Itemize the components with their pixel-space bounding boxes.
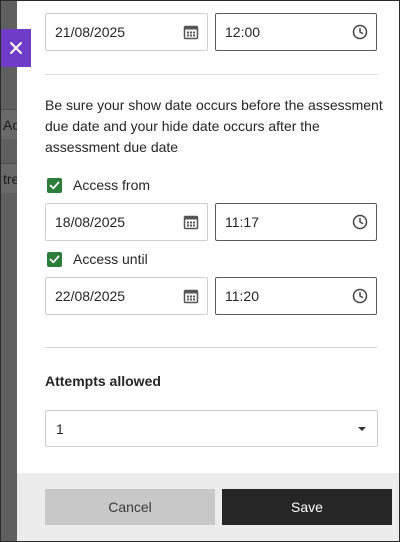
background-row: tre xyxy=(1,163,17,193)
caret-down-icon xyxy=(357,426,367,432)
divider xyxy=(45,74,378,75)
access-until-checkbox-row[interactable]: Access until xyxy=(47,251,148,267)
clock-icon[interactable] xyxy=(352,288,368,304)
app-frame: Ac tre 21/08/2025 xyxy=(0,0,400,542)
access-from-checkbox-row[interactable]: Access from xyxy=(47,177,150,193)
attempts-allowed-select[interactable]: 1 xyxy=(45,410,378,447)
background-page: Ac tre xyxy=(1,1,17,541)
show-time-input[interactable]: 12:00 xyxy=(215,13,377,51)
access-until-time-input[interactable]: 11:20 xyxy=(215,277,377,315)
show-date-row: 21/08/2025 12:00 xyxy=(45,13,378,51)
attempts-allowed-label: Attempts allowed xyxy=(45,373,161,389)
clock-icon[interactable] xyxy=(352,24,368,40)
background-row: Ac xyxy=(1,109,17,139)
close-panel-button[interactable] xyxy=(1,29,31,67)
checkmark-icon xyxy=(49,254,60,265)
background-row-text: tre xyxy=(3,171,17,187)
show-date-value: 21/08/2025 xyxy=(55,24,126,40)
show-time-value: 12:00 xyxy=(225,24,261,40)
access-from-date-value: 18/08/2025 xyxy=(55,214,126,230)
date-guidance-note: Be sure your show date occurs before the… xyxy=(45,97,383,155)
attempts-allowed-value: 1 xyxy=(56,420,64,437)
clock-icon[interactable] xyxy=(352,214,368,230)
access-until-date-value: 22/08/2025 xyxy=(55,288,126,304)
access-until-date-input[interactable]: 22/08/2025 xyxy=(45,277,208,315)
access-from-label: Access from xyxy=(73,177,151,193)
access-until-time-value: 11:20 xyxy=(225,288,259,304)
panel-footer: Cancel Save xyxy=(17,473,399,541)
access-from-date-input[interactable]: 18/08/2025 xyxy=(45,203,208,241)
access-from-time-input[interactable]: 11:17 xyxy=(215,203,377,241)
divider xyxy=(45,347,378,348)
access-from-time-value: 11:17 xyxy=(225,214,259,230)
access-until-row: 22/08/2025 11:20 xyxy=(45,277,378,315)
cancel-button[interactable]: Cancel xyxy=(45,489,215,525)
calendar-icon[interactable] xyxy=(183,214,199,230)
checkmark-icon xyxy=(49,180,60,191)
background-row-text: Ac xyxy=(3,117,17,133)
calendar-icon[interactable] xyxy=(183,24,199,40)
close-icon xyxy=(9,41,23,55)
access-from-row: 18/08/2025 11:17 xyxy=(45,203,378,241)
save-button[interactable]: Save xyxy=(222,489,392,525)
access-from-checkbox[interactable] xyxy=(47,177,62,193)
access-until-label: Access until xyxy=(73,251,148,267)
show-date-input[interactable]: 21/08/2025 xyxy=(45,13,208,51)
calendar-icon[interactable] xyxy=(183,288,199,304)
assessment-settings-panel: 21/08/2025 12:00 Be sure your show date … xyxy=(17,1,399,541)
access-until-checkbox[interactable] xyxy=(47,251,62,267)
